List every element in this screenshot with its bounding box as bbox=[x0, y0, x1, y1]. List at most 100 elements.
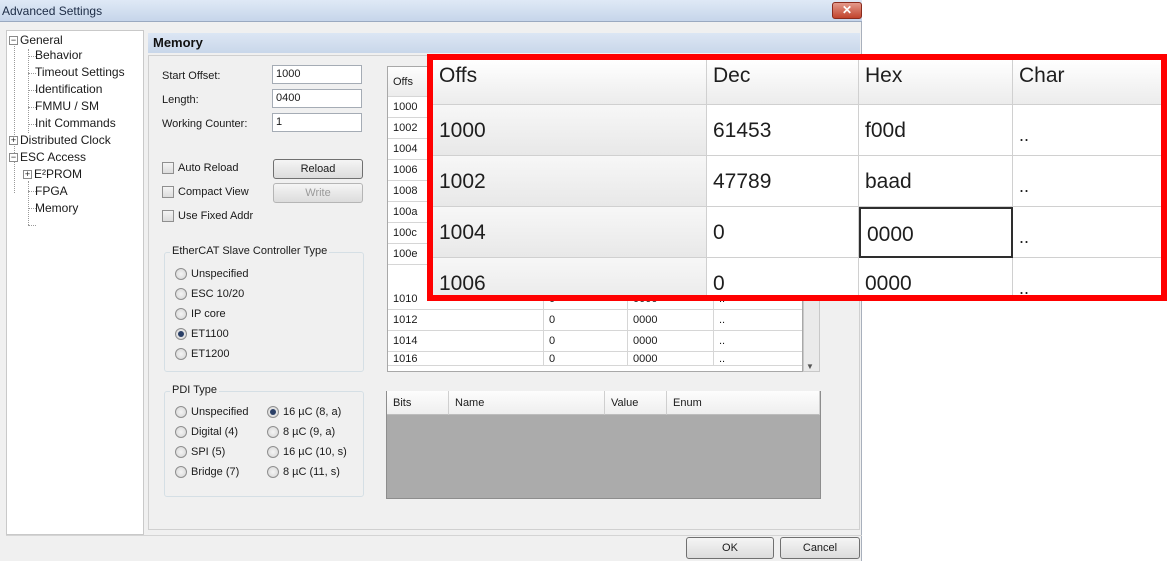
grid-header-offs[interactable]: Offs bbox=[388, 67, 428, 97]
pdi-type-title: PDI Type bbox=[170, 384, 220, 396]
pdi-option-label: SPI (5) bbox=[191, 446, 226, 458]
pdi-radio-16uc-8a[interactable] bbox=[267, 406, 279, 418]
zoom-header-dec: Dec bbox=[707, 60, 859, 105]
grid-row-offs[interactable]: 1014 bbox=[388, 331, 544, 352]
reload-button[interactable]: Reload bbox=[273, 159, 363, 179]
zoom-cell-char: .. bbox=[1013, 258, 1161, 295]
tree-item-fpga[interactable]: FPGA bbox=[35, 184, 68, 198]
tree-item-fmmu-sm[interactable]: FMMU / SM bbox=[35, 99, 99, 113]
tree-item-general[interactable]: − General bbox=[9, 33, 63, 47]
working-counter-input[interactable]: 1 bbox=[272, 113, 362, 132]
grid-row-offs[interactable]: 1016 bbox=[388, 352, 544, 366]
value-header[interactable]: Value bbox=[605, 391, 667, 415]
tree-item-distributed-clock[interactable]: + Distributed Clock bbox=[9, 133, 111, 147]
tree-item-init-commands[interactable]: Init Commands bbox=[35, 116, 116, 130]
cancel-button[interactable]: Cancel bbox=[780, 537, 860, 559]
zoom-cell-dec: 61453 bbox=[707, 105, 859, 156]
length-input[interactable]: 0400 bbox=[272, 89, 362, 108]
grid-row-offs[interactable]: 1012 bbox=[388, 310, 544, 331]
zoom-header-offs: Offs bbox=[433, 60, 707, 105]
pdi-option-label: 8 µC (11, s) bbox=[283, 466, 340, 478]
use-fixed-addr-checkbox[interactable] bbox=[162, 210, 174, 222]
collapse-icon[interactable]: − bbox=[9, 153, 18, 162]
esc-type-option-label: Unspecified bbox=[191, 268, 249, 280]
grid-offset-cell[interactable]: 100e bbox=[388, 244, 428, 265]
auto-reload-checkbox[interactable] bbox=[162, 162, 174, 174]
zoom-cell-dec: 0 bbox=[707, 258, 859, 295]
tree-item-identification[interactable]: Identification bbox=[35, 82, 102, 96]
panel-header bbox=[148, 33, 860, 53]
tree-item-behavior[interactable]: Behavior bbox=[35, 48, 82, 62]
zoom-cell-hex: f00d bbox=[859, 105, 1013, 156]
zoom-cell-offs: 1004 bbox=[433, 207, 707, 258]
grid-offset-cell[interactable]: 1004 bbox=[388, 139, 428, 160]
compact-view-checkbox[interactable] bbox=[162, 186, 174, 198]
esc-type-radio-et1100[interactable] bbox=[175, 328, 187, 340]
grid-offset-cell[interactable]: 100c bbox=[388, 223, 428, 244]
grid-row-dec[interactable]: 0 bbox=[544, 331, 628, 352]
grid-offset-cell[interactable]: 1002 bbox=[388, 118, 428, 139]
zoom-header-hex: Hex bbox=[859, 60, 1013, 105]
start-offset-input[interactable]: 1000 bbox=[272, 65, 362, 84]
esc-type-title: EtherCAT Slave Controller Type bbox=[170, 245, 330, 257]
grid-row-hex[interactable]: 0000 bbox=[628, 310, 714, 331]
grid-row-char[interactable]: .. bbox=[714, 310, 802, 331]
scroll-down-arrow-icon[interactable]: ▼ bbox=[806, 362, 814, 371]
zoom-cell-offs: 1000 bbox=[433, 105, 707, 156]
pdi-radio-spi[interactable] bbox=[175, 446, 187, 458]
grid-offset-cell[interactable]: 1000 bbox=[388, 97, 428, 118]
esc-type-radio-esc-10-20[interactable] bbox=[175, 288, 187, 300]
pdi-radio-bridge[interactable] bbox=[175, 466, 187, 478]
pdi-radio-digital[interactable] bbox=[175, 426, 187, 438]
tree-item-memory[interactable]: Memory bbox=[35, 201, 78, 215]
name-header[interactable]: Name bbox=[449, 391, 605, 415]
pdi-option-label: Digital (4) bbox=[191, 426, 239, 438]
compact-view-label: Compact View bbox=[178, 186, 249, 198]
tree-item-eeprom[interactable]: + E²PROM bbox=[23, 167, 82, 181]
window-title: Advanced Settings bbox=[2, 4, 103, 18]
grid-row-hex[interactable]: 0000 bbox=[628, 352, 714, 366]
grid-offset-cell[interactable]: 1006 bbox=[388, 160, 428, 181]
expand-icon[interactable]: + bbox=[9, 136, 18, 145]
expand-icon[interactable]: + bbox=[23, 170, 32, 179]
ok-button[interactable]: OK bbox=[686, 537, 774, 559]
write-button[interactable]: Write bbox=[273, 183, 363, 203]
pdi-radio-8uc-11s[interactable] bbox=[267, 466, 279, 478]
collapse-icon[interactable]: − bbox=[9, 36, 18, 45]
grid-offset-cell[interactable]: 100a bbox=[388, 202, 428, 223]
pdi-radio-16uc-10s[interactable] bbox=[267, 446, 279, 458]
pdi-option-label: Bridge (7) bbox=[191, 466, 240, 478]
close-button[interactable]: ✕ bbox=[832, 2, 862, 19]
enum-header[interactable]: Enum bbox=[667, 391, 820, 415]
zoom-cell-hex: 0000 bbox=[859, 258, 1013, 295]
pdi-radio-8uc-9a[interactable] bbox=[267, 426, 279, 438]
start-offset-label: Start Offset: bbox=[162, 70, 221, 82]
tree-item-timeout-settings[interactable]: Timeout Settings bbox=[35, 65, 125, 79]
zoom-cell-hex-selected: 0000 bbox=[859, 207, 1013, 258]
working-counter-label: Working Counter: bbox=[162, 118, 248, 130]
esc-type-radio-unspecified[interactable] bbox=[175, 268, 187, 280]
zoom-cell-hex: baad bbox=[859, 156, 1013, 207]
esc-type-radio-et1200[interactable] bbox=[175, 348, 187, 360]
pdi-option-label: Unspecified bbox=[191, 406, 249, 418]
grid-offset-cell[interactable]: 1008 bbox=[388, 181, 428, 202]
bottom-separator bbox=[6, 535, 862, 536]
esc-type-option-label: ESC 10/20 bbox=[191, 288, 245, 300]
esc-type-option-label: ET1200 bbox=[191, 348, 230, 360]
title-bar[interactable] bbox=[0, 0, 862, 22]
tree-item-esc-access[interactable]: − ESC Access bbox=[9, 150, 86, 164]
grid-row-hex[interactable]: 0000 bbox=[628, 331, 714, 352]
esc-type-radio-ip-core[interactable] bbox=[175, 308, 187, 320]
pdi-radio-unspecified[interactable] bbox=[175, 406, 187, 418]
panel-title: Memory bbox=[153, 35, 203, 50]
zoom-header-char: Char bbox=[1013, 60, 1161, 105]
bits-header[interactable]: Bits bbox=[387, 391, 449, 415]
grid-row-dec[interactable]: 0 bbox=[544, 310, 628, 331]
grid-row-dec[interactable]: 0 bbox=[544, 352, 628, 366]
grid-row-char[interactable]: .. bbox=[714, 352, 802, 366]
zoom-cell-dec: 47789 bbox=[707, 156, 859, 207]
grid-row-char[interactable]: .. bbox=[714, 331, 802, 352]
pdi-option-label: 16 µC (10, s) bbox=[283, 446, 347, 458]
esc-type-option-label: IP core bbox=[191, 308, 226, 320]
zoom-cell-offs: 1006 bbox=[433, 258, 707, 295]
